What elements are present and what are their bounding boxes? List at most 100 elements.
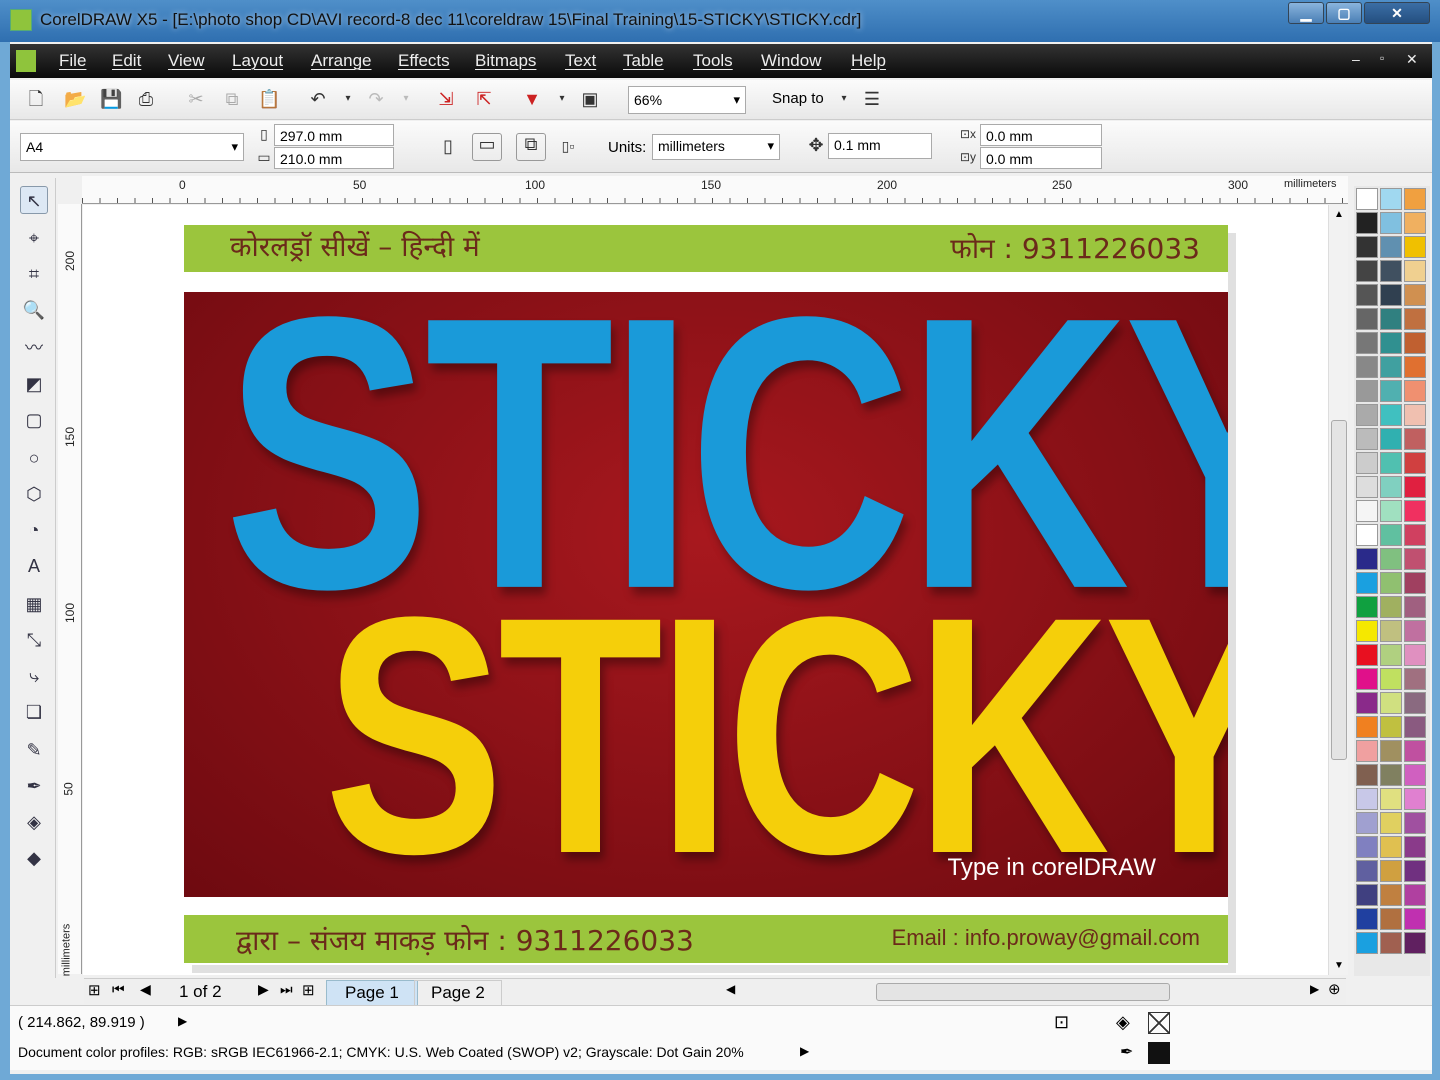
color-swatch[interactable] xyxy=(1356,836,1378,858)
snap-dropdown-icon[interactable]: ▾ xyxy=(834,89,854,109)
color-swatch[interactable] xyxy=(1380,932,1402,954)
color-swatch[interactable] xyxy=(1356,308,1378,330)
color-swatch[interactable] xyxy=(1356,812,1378,834)
color-swatch[interactable] xyxy=(1380,404,1402,426)
maximize-button[interactable]: ▢ xyxy=(1326,2,1362,24)
color-swatch[interactable] xyxy=(1356,404,1378,426)
color-swatch[interactable] xyxy=(1356,380,1378,402)
color-swatch[interactable] xyxy=(1404,908,1426,930)
zoom-navigator-icon[interactable]: ⊕ xyxy=(1328,980,1341,998)
menu-bitmaps[interactable]: Bitmaps xyxy=(475,51,536,71)
tab-page-2[interactable]: Page 2 xyxy=(414,980,502,1006)
color-swatch[interactable] xyxy=(1404,716,1426,738)
color-swatch[interactable] xyxy=(1356,548,1378,570)
copy-icon[interactable]: ⧉ xyxy=(222,89,242,109)
color-swatch[interactable] xyxy=(1404,572,1426,594)
color-swatch[interactable] xyxy=(1380,596,1402,618)
scroll-left-icon[interactable]: ◀ xyxy=(726,982,735,996)
fill-tool-icon[interactable]: ◈ xyxy=(20,808,48,836)
horizontal-scroll-thumb[interactable] xyxy=(876,983,1170,1001)
color-swatch[interactable] xyxy=(1380,308,1402,330)
color-swatch[interactable] xyxy=(1404,596,1426,618)
doc-minimize-icon[interactable]: – xyxy=(1352,51,1360,67)
crop-tool-icon[interactable]: ⌗ xyxy=(20,260,48,288)
color-swatch[interactable] xyxy=(1380,500,1402,522)
page-height-input[interactable]: 210.0 mm xyxy=(274,147,394,169)
color-swatch[interactable] xyxy=(1380,644,1402,666)
color-swatch[interactable] xyxy=(1404,476,1426,498)
color-swatch[interactable] xyxy=(1404,668,1426,690)
save-icon[interactable]: 💾 xyxy=(100,89,122,109)
no-fill-swatch[interactable] xyxy=(1148,1012,1170,1034)
next-page-icon[interactable]: ▶ xyxy=(258,981,269,998)
color-swatch[interactable] xyxy=(1404,428,1426,450)
menu-text[interactable]: Text xyxy=(565,51,596,71)
profiles-expand-icon[interactable]: ▶ xyxy=(800,1044,809,1058)
color-swatch[interactable] xyxy=(1380,380,1402,402)
print-icon[interactable]: ⎙ xyxy=(136,89,156,109)
color-swatch[interactable] xyxy=(1356,572,1378,594)
current-page-icon[interactable]: ▯▫ xyxy=(558,136,578,156)
doc-close-icon[interactable]: ✕ xyxy=(1406,51,1418,68)
color-swatch[interactable] xyxy=(1404,764,1426,786)
color-swatch[interactable] xyxy=(1356,740,1378,762)
color-swatch[interactable] xyxy=(1404,644,1426,666)
color-swatch[interactable] xyxy=(1404,740,1426,762)
color-swatch[interactable] xyxy=(1380,908,1402,930)
outline-pen-tool-icon[interactable]: ✒ xyxy=(20,772,48,800)
color-swatch[interactable] xyxy=(1404,788,1426,810)
horizontal-ruler[interactable]: 0 50 100 150 200 250 300 millimeters xyxy=(82,176,1348,204)
freehand-tool-icon[interactable]: 〰 xyxy=(20,334,48,362)
text-tool-icon[interactable]: A xyxy=(20,552,48,580)
color-swatch[interactable] xyxy=(1356,764,1378,786)
zoom-level-dropdown[interactable]: 66% xyxy=(628,86,746,114)
menu-tools[interactable]: Tools xyxy=(693,51,733,71)
color-swatch[interactable] xyxy=(1404,260,1426,282)
color-swatch[interactable] xyxy=(1404,548,1426,570)
prev-page-icon[interactable]: ◀ xyxy=(140,981,151,998)
first-page-icon[interactable]: ⏮ xyxy=(112,981,125,998)
color-swatch[interactable] xyxy=(1380,236,1402,258)
color-swatch[interactable] xyxy=(1380,740,1402,762)
color-swatch[interactable] xyxy=(1380,260,1402,282)
color-swatch[interactable] xyxy=(1356,284,1378,306)
fill-bucket-icon[interactable]: ◈ xyxy=(1116,1012,1130,1033)
color-swatch[interactable] xyxy=(1380,188,1402,210)
polygon-tool-icon[interactable]: ⬡ xyxy=(20,480,48,508)
scroll-up-icon[interactable]: ▲ xyxy=(1334,209,1344,220)
color-swatch[interactable] xyxy=(1380,428,1402,450)
redo-dropdown-icon[interactable]: ▾ xyxy=(396,89,416,109)
color-swatch[interactable] xyxy=(1404,500,1426,522)
cut-icon[interactable]: ✂ xyxy=(186,89,206,109)
color-swatch[interactable] xyxy=(1404,356,1426,378)
color-swatch[interactable] xyxy=(1356,908,1378,930)
color-swatch[interactable] xyxy=(1356,452,1378,474)
scroll-thumb[interactable] xyxy=(1331,420,1347,760)
landscape-icon[interactable]: ▭ xyxy=(472,133,502,161)
color-swatch[interactable] xyxy=(1356,860,1378,882)
color-swatch[interactable] xyxy=(1380,332,1402,354)
undo-icon[interactable]: ↶ xyxy=(308,89,328,109)
color-swatch[interactable] xyxy=(1380,764,1402,786)
close-button[interactable]: ✕ xyxy=(1364,2,1430,24)
rectangle-tool-icon[interactable]: ▢ xyxy=(20,406,48,434)
drop-shadow-tool-icon[interactable]: ❏ xyxy=(20,698,48,726)
color-swatch[interactable] xyxy=(1404,236,1426,258)
publish-dropdown-icon[interactable]: ▾ xyxy=(552,89,572,109)
add-page-before-icon[interactable]: ⊞ xyxy=(88,981,101,999)
color-swatch[interactable] xyxy=(1356,596,1378,618)
open-icon[interactable]: 📂 xyxy=(64,89,86,109)
color-swatch[interactable] xyxy=(1380,692,1402,714)
color-swatch[interactable] xyxy=(1356,260,1378,282)
interactive-fill-tool-icon[interactable]: ◆ xyxy=(20,844,48,872)
last-page-icon[interactable]: ⏭ xyxy=(280,981,293,998)
color-swatch[interactable] xyxy=(1356,932,1378,954)
menu-window[interactable]: Window xyxy=(761,51,821,71)
color-swatch[interactable] xyxy=(1356,428,1378,450)
color-swatch[interactable] xyxy=(1404,692,1426,714)
color-swatch[interactable] xyxy=(1380,884,1402,906)
color-swatch[interactable] xyxy=(1380,668,1402,690)
color-swatch[interactable] xyxy=(1380,812,1402,834)
color-swatch[interactable] xyxy=(1380,548,1402,570)
color-swatch[interactable] xyxy=(1380,836,1402,858)
